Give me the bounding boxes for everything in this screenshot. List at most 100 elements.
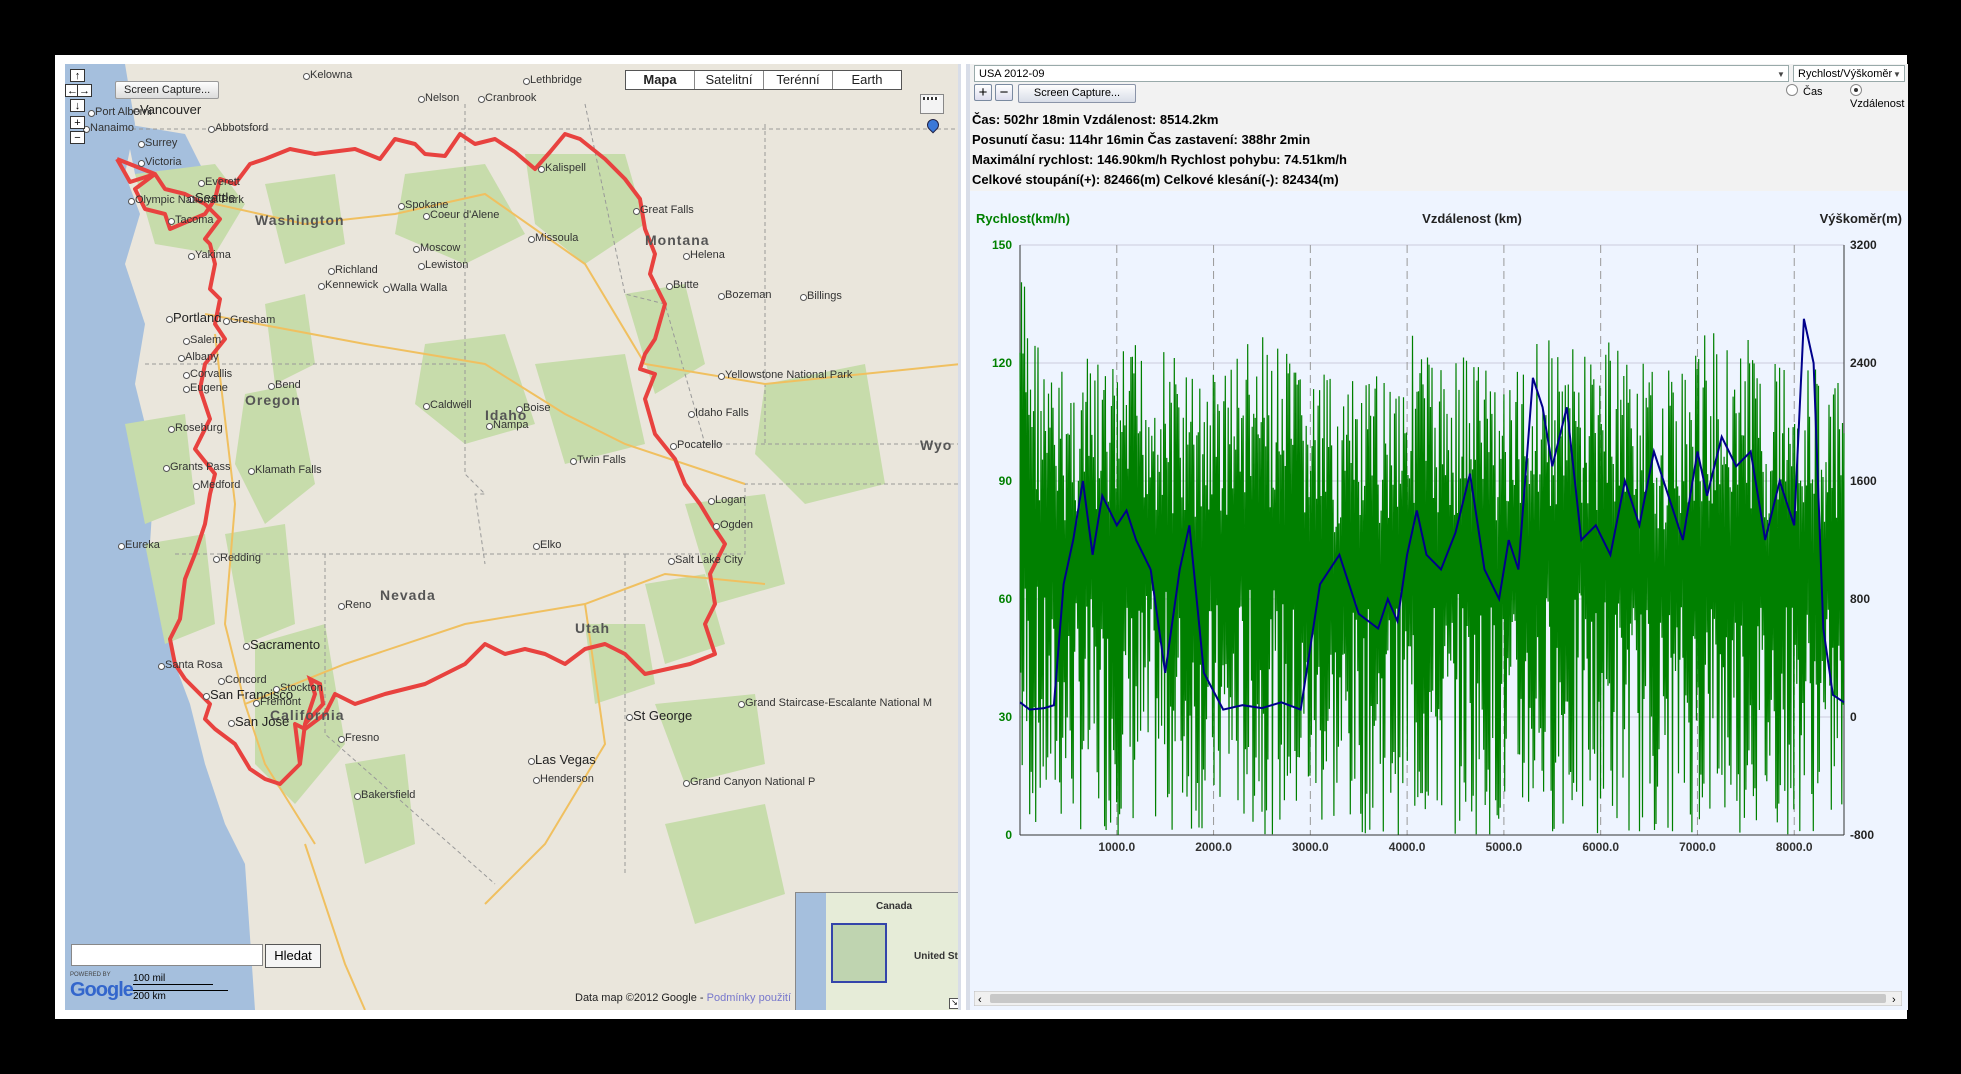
city-label: Lethbridge (530, 74, 582, 86)
city-dot-icon (538, 166, 545, 173)
radio-time-dot[interactable] (1786, 84, 1798, 96)
city-dot-icon (570, 458, 577, 465)
overview-ocean (796, 893, 826, 1010)
stats-line-speed: Maximální rychlost: 146.90km/h Rychlost … (972, 152, 1347, 167)
city-dot-icon (423, 213, 430, 220)
city-label: Walla Walla (390, 282, 448, 294)
city-dot-icon (138, 141, 145, 148)
view-select[interactable]: Rychlost/Výškoměr ▼ (1793, 65, 1905, 82)
radio-distance-label: Vzdálenost (1850, 98, 1905, 110)
zoom-in-button[interactable]: + (70, 116, 85, 129)
city-dot-icon (338, 736, 345, 743)
dataset-dropdown-icon[interactable]: ▼ (1774, 66, 1788, 81)
scroll-right-icon[interactable]: › (1892, 994, 1896, 1006)
city-dot-icon (223, 318, 230, 325)
map-type-earth[interactable]: Earth (832, 71, 901, 89)
city-dot-icon (383, 286, 390, 293)
city-label: Albany (185, 351, 219, 363)
city-label: Idaho Falls (695, 407, 749, 419)
city-dot-icon (328, 268, 335, 275)
city-dot-icon (533, 543, 540, 550)
city-dot-icon (218, 678, 225, 685)
map-type-mapa[interactable]: Mapa (626, 71, 694, 89)
pan-down-button[interactable]: ↓ (70, 99, 85, 112)
map-search-button[interactable]: Hledat (265, 944, 321, 968)
map-type-terrain[interactable]: Terénní (763, 71, 832, 89)
scroll-left-icon[interactable]: ‹ (978, 994, 982, 1006)
overview-map[interactable]: ↘ Canada United St (795, 892, 961, 1010)
city-label: Missoula (535, 232, 579, 244)
city-dot-icon (203, 693, 210, 700)
city-dot-icon (418, 96, 425, 103)
x-tick-label: 8000.0 (1776, 840, 1813, 854)
dataset-select[interactable]: USA 2012-09 ▼ (974, 65, 1789, 82)
film-strip-icon[interactable] (920, 94, 944, 114)
zoom-out-button[interactable]: − (70, 131, 85, 144)
city-label: Nampa (493, 419, 529, 431)
city-dot-icon (666, 283, 673, 290)
city-dot-icon (318, 283, 325, 290)
google-logo[interactable]: Google (70, 979, 134, 1002)
overview-toggle-icon[interactable]: ↘ (949, 998, 960, 1009)
city-dot-icon (800, 294, 807, 301)
chart-horizontal-scrollbar[interactable]: ‹ › (974, 991, 1902, 1006)
city-label: Victoria (145, 156, 182, 168)
state-label: Nevada (380, 587, 436, 603)
city-label: Concord (225, 674, 267, 686)
overview-viewport[interactable] (831, 923, 887, 983)
speed-altitude-chart[interactable]: 0 30 60 90 120 150 -800 0 800 1600 2400 3200 1000.0 2… (970, 191, 1908, 991)
city-label: Kennewick (325, 279, 379, 291)
city-dot-icon (183, 338, 190, 345)
city-label: Pocatello (677, 439, 723, 451)
city-label: Bozeman (725, 289, 772, 301)
city-label: Yellowstone National Park (725, 369, 853, 381)
map-pane[interactable]: Washington Montana Oregon Idaho Nevada Utah Ca… (65, 64, 961, 1010)
stats-line-moving-stopped: Posunutí času: 114hr 16min Čas zastavení… (972, 132, 1311, 147)
city-dot-icon (183, 372, 190, 379)
terms-link[interactable]: Podmínky použití (707, 992, 791, 1004)
city-dot-icon (253, 700, 260, 707)
map-search-input[interactable] (71, 944, 263, 966)
city-label: Twin Falls (577, 454, 626, 466)
stats-line-climb: Celkové stoupání(+): 82466(m) Celkové kl… (972, 172, 1339, 187)
radio-time[interactable]: Čas (1786, 84, 1823, 98)
view-dropdown-icon[interactable]: ▼ (1890, 66, 1904, 81)
y2-tick-label: 3200 (1850, 238, 1877, 252)
city-label: Grants Pass (170, 461, 231, 473)
park-areas (125, 154, 885, 924)
pan-right-button[interactable]: → (77, 84, 92, 97)
city-dot-icon (423, 403, 430, 410)
zoom-out-chart-button[interactable]: − (995, 84, 1013, 101)
x-tick-label: 4000.0 (1389, 840, 1426, 854)
city-dot-icon (633, 208, 640, 215)
city-label: Billings (807, 290, 842, 302)
y2-tick-label: -800 (1850, 828, 1874, 842)
city-dot-icon (418, 263, 425, 270)
y2-tick-label: 800 (1850, 592, 1870, 606)
city-dot-icon (268, 383, 275, 390)
chart-area[interactable]: 0 30 60 90 120 150 -800 0 800 1600 2400 3200 1000.0 2… (970, 191, 1908, 1010)
city-label: Las Vegas (535, 752, 596, 767)
city-label: Tacoma (175, 214, 214, 226)
city-label: Elko (540, 539, 562, 551)
dataset-select-value: USA 2012-09 (979, 68, 1045, 80)
radio-distance-dot[interactable] (1850, 84, 1862, 96)
scrollbar-thumb[interactable] (990, 994, 1886, 1003)
city-label: Henderson (540, 773, 594, 785)
city-label: Bend (275, 379, 301, 391)
city-label: St George (633, 708, 693, 723)
city-dot-icon (118, 543, 125, 550)
zoom-in-chart-button[interactable]: + (974, 84, 992, 101)
city-label: Sacramento (250, 637, 321, 652)
map-screen-capture-button[interactable]: Screen Capture... (115, 81, 220, 99)
city-label: Yakima (195, 249, 231, 261)
city-label: Butte (673, 279, 699, 291)
pan-up-button[interactable]: ↑ (70, 69, 85, 82)
copyright-text: Data map ©2012 Google - (575, 992, 707, 1004)
city-dot-icon (713, 523, 720, 530)
city-dot-icon (523, 78, 530, 85)
chart-screen-capture-button[interactable]: Screen Capture... (1018, 84, 1136, 103)
radio-distance[interactable]: Vzdálenost (1850, 84, 1908, 110)
map-type-satellite[interactable]: Satelitní (694, 71, 763, 89)
city-label: Santa Rosa (165, 659, 223, 671)
